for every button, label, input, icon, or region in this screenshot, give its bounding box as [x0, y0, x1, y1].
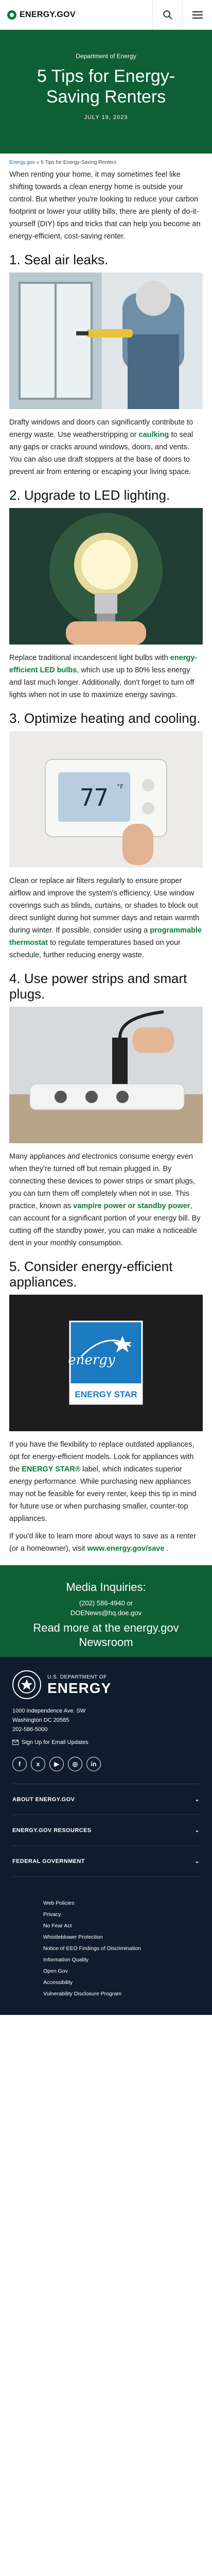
footer-policy-links: Web Policies Privacy No Fear Act Whistle… — [12, 1877, 200, 2015]
social-links: f x ▶ ◎ in — [12, 1757, 200, 1771]
accessibility-link[interactable]: Accessibility — [43, 1977, 200, 1988]
energy-save-link[interactable]: www.energy.gov/save — [87, 1545, 165, 1553]
page-title: 5 Tips for Energy-Saving Renters — [37, 66, 175, 107]
vulnerability-disclosure-link[interactable]: Vulnerability Disclosure Program — [43, 1988, 200, 1999]
accordion-about[interactable]: ABOUT ENERGY.GOV ⌄ — [12, 1784, 200, 1815]
power-strip-photo — [9, 1007, 203, 1143]
thermostat-photo: 77 °F — [9, 731, 203, 868]
no-fear-act-link[interactable]: No Fear Act — [43, 1920, 200, 1931]
thermostat-unit: °F — [117, 783, 123, 790]
hero-kicker: Department of Energy — [76, 53, 136, 60]
article-body: When renting your home, it may sometimes… — [0, 168, 212, 1555]
search-button[interactable] — [152, 0, 182, 30]
media-title: Media Inquiries: — [66, 1581, 146, 1594]
media-inquiries-box: Media Inquiries: (202) 586-4940 or DOENe… — [0, 1565, 212, 1657]
window-caulking-photo — [9, 273, 203, 409]
intro-paragraph: When renting your home, it may sometimes… — [9, 171, 201, 241]
tip-4-text: Many appliances and electronics consume … — [9, 1153, 201, 1247]
breadcrumb-home-link[interactable]: Energy.gov — [9, 160, 35, 165]
linkedin-icon[interactable]: in — [86, 1757, 101, 1771]
privacy-link[interactable]: Privacy — [43, 1909, 200, 1920]
breadcrumb: Energy.gov » 5 Tips for Energy-Saving Re… — [0, 154, 212, 168]
thermostat-temp: 77 — [80, 784, 108, 811]
facebook-icon[interactable]: f — [12, 1757, 27, 1771]
footer-dept-small: U.S. DEPARTMENT OF — [47, 1674, 107, 1680]
tip-2-text: Replace traditional incandescent light b… — [9, 654, 198, 699]
tip-5-heading: 5. Consider energy-efficient appliances. — [9, 1259, 173, 1290]
email-icon — [12, 1740, 19, 1745]
caulking-link[interactable]: caulking — [138, 431, 169, 439]
tip-2-heading: 2. Upgrade to LED lighting. — [9, 487, 170, 503]
media-email[interactable]: DOENews@hq.doe.gov — [10, 1609, 202, 1617]
tip-3-text: Clean or replace air filters regularly t… — [9, 877, 202, 959]
hero-banner: Department of Energy 5 Tips for Energy-S… — [0, 30, 212, 154]
publish-date: JULY 19, 2023 — [84, 114, 128, 121]
vampire-power-link[interactable]: vampire power or standby power — [73, 1202, 190, 1210]
menu-button[interactable] — [182, 0, 212, 30]
email-signup-link[interactable]: Sign Up for Email Updates — [12, 1739, 200, 1745]
instagram-icon[interactable]: ◎ — [68, 1757, 82, 1771]
logo-text: ENERGY.GOV — [20, 10, 76, 19]
web-policies-link[interactable]: Web Policies — [43, 1897, 200, 1909]
accordion-federal[interactable]: FEDERAL GOVERNMENT ⌄ — [12, 1846, 200, 1877]
energy-star-photo: energy ENERGY STAR — [9, 1295, 203, 1431]
open-gov-link[interactable]: Open Gov — [43, 1965, 200, 1977]
energy-star-script: energy — [68, 1352, 115, 1368]
tip-5-text: If you have the flexibility to replace o… — [9, 1440, 197, 1523]
eeo-findings-link[interactable]: Notice of EEO Findings of Discrimination — [43, 1943, 200, 1954]
accordion-resources[interactable]: ENERGY.GOV RESOURCES ⌄ — [12, 1815, 200, 1846]
led-bulb-photo — [9, 508, 203, 645]
tip-1-heading: 1. Seal air leaks. — [9, 252, 109, 267]
doe-seal-icon — [12, 1670, 41, 1699]
search-icon — [163, 10, 172, 20]
newsroom-link[interactable]: Read more at the energy.gov Newsroom — [10, 1621, 202, 1650]
tip-1-text: Drafty windows and doors can significant… — [9, 418, 193, 476]
breadcrumb-current: 5 Tips for Energy-Saving Renters — [40, 160, 117, 165]
tip-3-heading: 3. Optimize heating and cooling. — [9, 710, 201, 726]
site-footer: U.S. DEPARTMENT OF ENERGY 1000 Independe… — [0, 1657, 212, 2015]
site-logo[interactable]: ENERGY.GOV — [0, 10, 152, 20]
tip-4-heading: 4. Use power strips and smart plugs. — [9, 971, 187, 1002]
footer-accordion: ABOUT ENERGY.GOV ⌄ ENERGY.GOV RESOURCES ⌄ … — [12, 1784, 200, 1877]
chevron-down-icon: ⌄ — [195, 1797, 200, 1803]
breadcrumb-separator: » — [34, 160, 41, 165]
menu-icon — [192, 11, 203, 19]
energy-star-label: ENERGY STAR — [75, 1389, 137, 1399]
site-header: ENERGY.GOV — [0, 0, 212, 30]
x-twitter-icon[interactable]: x — [31, 1757, 45, 1771]
energy-star-link[interactable]: ENERGY STAR® — [22, 1465, 80, 1473]
information-quality-link[interactable]: Information Quality — [43, 1954, 200, 1965]
energy-logo-icon — [7, 10, 16, 20]
footer-address: 1000 Independence Ave. SW Washington DC … — [12, 1708, 86, 1733]
whistleblower-link[interactable]: Whistleblower Protection — [43, 1931, 200, 1943]
chevron-down-icon: ⌄ — [195, 1858, 200, 1865]
chevron-down-icon: ⌄ — [195, 1827, 200, 1834]
media-phone: (202) 586-4940 or — [79, 1599, 133, 1607]
youtube-icon[interactable]: ▶ — [49, 1757, 64, 1771]
closing-paragraph: If you'd like to learn more about ways t… — [9, 1532, 197, 1553]
